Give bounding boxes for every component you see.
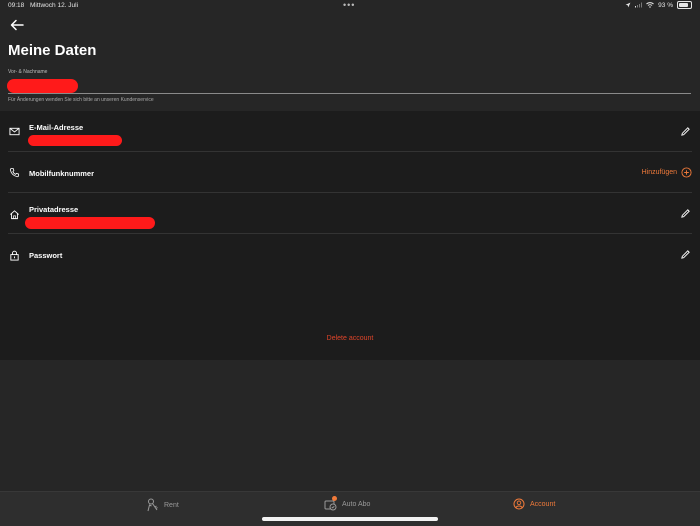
multitasking-dots-icon[interactable]: ••• <box>343 0 355 10</box>
lock-icon <box>10 250 19 261</box>
redacted-email <box>28 135 122 146</box>
name-underline <box>8 93 691 94</box>
edit-address-icon[interactable] <box>680 208 691 219</box>
signal-icon <box>635 2 643 8</box>
plus-circle-icon <box>681 167 692 178</box>
back-arrow-icon[interactable] <box>9 17 25 33</box>
tab-account[interactable]: Account <box>513 498 555 510</box>
location-icon <box>625 2 631 8</box>
tab-rent-label: Rent <box>164 501 179 509</box>
account-icon <box>513 498 525 510</box>
add-phone-label: Hinzufügen <box>641 169 677 176</box>
status-bar: 09:18 Mittwoch 12. Juli ••• 93 % <box>0 0 700 12</box>
notification-badge <box>332 496 337 501</box>
edit-password-icon[interactable] <box>680 249 691 260</box>
phone-icon <box>9 167 20 178</box>
redacted-name <box>7 79 78 93</box>
mail-icon <box>9 127 20 136</box>
tab-rent[interactable]: Rent <box>147 498 179 512</box>
wifi-icon <box>646 2 655 8</box>
row-email[interactable]: E-Mail-Adresse <box>0 111 700 152</box>
phone-label: Mobilfunknummer <box>29 169 94 178</box>
address-label: Privatadresse <box>29 205 79 214</box>
auto-abo-icon-wrap <box>324 496 337 511</box>
tab-auto-abo-label: Auto Abo <box>342 501 371 508</box>
row-phone[interactable]: Mobilfunknummer Hinzufügen <box>0 152 700 193</box>
name-hint: Für Änderungen wenden Sie sich bitte an … <box>8 97 154 103</box>
contact-card: E-Mail-Adresse Mobilfunknummer Hinzufüge… <box>0 111 700 360</box>
redacted-address <box>25 217 155 229</box>
row-password[interactable]: Passwort <box>0 234 700 274</box>
battery-icon <box>677 1 692 9</box>
delete-account-button[interactable]: Delete account <box>0 335 700 342</box>
status-right: 93 % <box>625 1 692 9</box>
status-date: Mittwoch 12. Juli <box>30 2 79 9</box>
home-icon <box>10 210 19 220</box>
email-label: E-Mail-Adresse <box>29 123 84 132</box>
add-phone-button[interactable]: Hinzufügen <box>642 167 692 178</box>
battery-percent: 93 % <box>658 1 673 9</box>
page-title: Meine Daten <box>8 42 97 59</box>
password-label: Passwort <box>29 251 63 260</box>
status-time: 09:18 <box>8 2 25 9</box>
home-indicator[interactable] <box>262 517 438 521</box>
tab-account-label: Account <box>530 500 556 508</box>
edit-email-icon[interactable] <box>680 126 691 137</box>
row-address[interactable]: Privatadresse <box>0 193 700 234</box>
name-label: Vor- & Nachname <box>8 69 48 75</box>
rent-icon <box>147 498 158 512</box>
tab-auto-abo[interactable]: Auto Abo <box>324 496 371 511</box>
